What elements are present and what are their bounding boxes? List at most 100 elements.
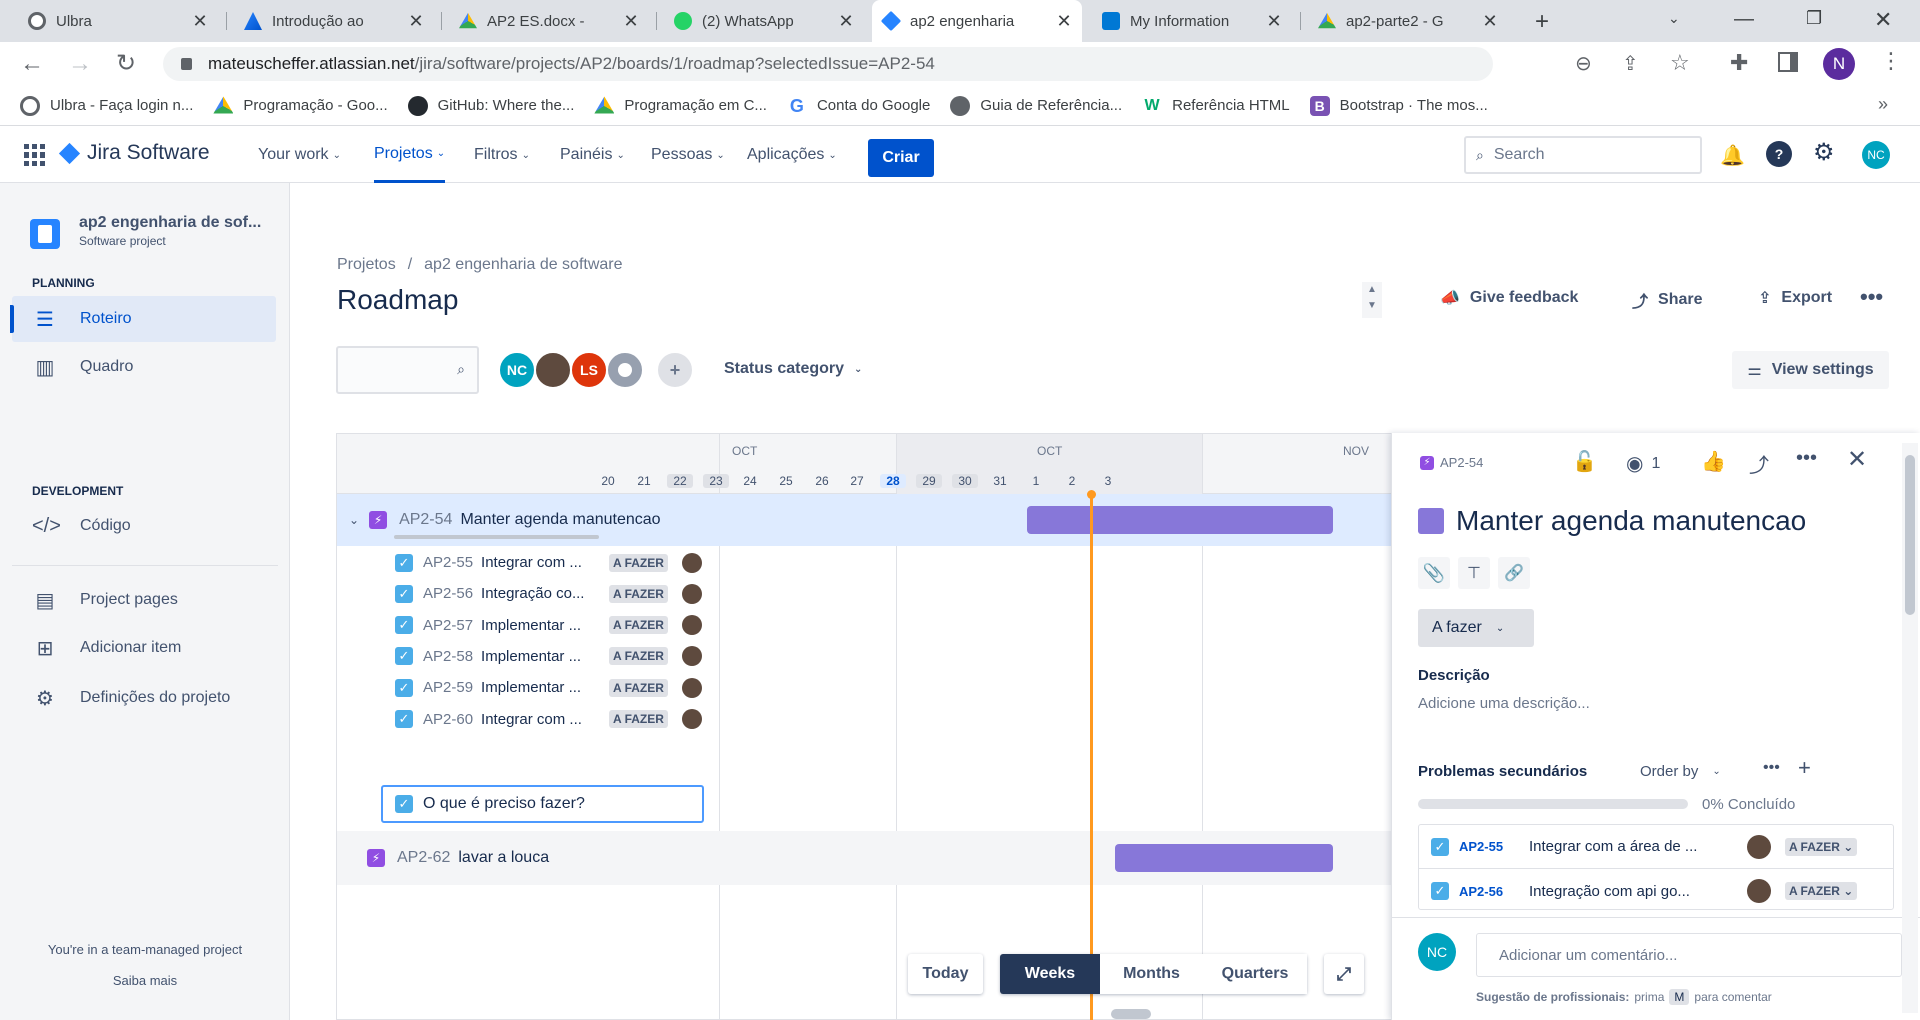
browser-tab[interactable]: AP2 ES.docx - ✕ (449, 0, 649, 42)
browser-tab[interactable]: ap2-parte2 - G ✕ (1308, 0, 1508, 42)
back-icon[interactable]: ← (20, 50, 44, 78)
give-feedback-button[interactable]: 📣 Give feedback (1440, 288, 1578, 308)
bookmark[interactable]: Programação - Goo... (213, 96, 388, 116)
status-dropdown[interactable]: A fazer ⌄ (1418, 609, 1534, 647)
panel-scrollbar[interactable] (1902, 443, 1918, 1013)
bookmark[interactable]: Guia de Referência... (950, 95, 1122, 116)
view-settings-button[interactable]: ⚌ View settings (1732, 351, 1889, 389)
project-name[interactable]: ap2 engenharia de sof... (79, 214, 261, 232)
create-button[interactable]: Criar (868, 139, 934, 177)
bookmark-star-icon[interactable]: ☆ (1670, 50, 1690, 76)
sidebar-item-project-pages[interactable]: ▤ Project pages (12, 577, 276, 623)
browser-tab[interactable]: (2) WhatsApp ✕ (664, 0, 864, 42)
avatar-filter[interactable]: NC (498, 351, 536, 389)
avatar-filter[interactable]: LS (570, 351, 608, 389)
more-bookmarks-icon[interactable]: » (1878, 94, 1888, 115)
address-bar[interactable]: mateuscheffer.atlassian.net/jira/softwar… (163, 47, 1493, 81)
epic-bar[interactable] (1027, 506, 1333, 534)
browser-tab[interactable]: My Information ✕ (1092, 0, 1292, 42)
avatar-filter-default[interactable] (606, 351, 644, 389)
bookmark[interactable]: B Bootstrap · The mos... (1309, 95, 1488, 116)
reload-icon[interactable]: ↻ (116, 49, 136, 78)
close-tab-icon[interactable]: ✕ (623, 11, 639, 32)
weeks-button[interactable]: Weeks (1000, 954, 1100, 994)
settings-icon[interactable]: ⚙ (1813, 138, 1835, 167)
side-panel-icon[interactable] (1778, 52, 1798, 72)
child-issue-row[interactable]: ✓ AP2-58 Implementar ... A FAZER (337, 641, 721, 672)
child-key[interactable]: AP2-56 (1459, 884, 1529, 899)
bookmark[interactable]: W Referência HTML (1142, 96, 1290, 116)
avatar-filter-photo[interactable] (534, 351, 572, 389)
sidebar-item-definicoes[interactable]: ⚙ Definições do projeto (12, 675, 276, 721)
sidebar-item-quadro[interactable]: ▥ Quadro (12, 344, 276, 390)
nav-aplicacoes[interactable]: Aplicações ⌄ (747, 127, 837, 183)
child-issue-row[interactable]: ✓ AP2-56 Integração com api go... A FAZE… (1419, 869, 1893, 909)
minimize-icon[interactable]: — (1734, 8, 1754, 31)
close-tab-icon[interactable]: ✕ (1266, 11, 1282, 32)
bookmark[interactable]: Ulbra - Faça login n... (20, 95, 193, 116)
today-button[interactable]: Today (908, 954, 983, 994)
share-button[interactable]: ⤴ Share (1632, 288, 1702, 312)
close-tab-icon[interactable]: ✕ (408, 11, 424, 32)
nav-filtros[interactable]: Filtros ⌄ (474, 127, 530, 183)
description-field[interactable]: Adicione uma descrição... (1418, 695, 1590, 712)
close-panel-icon[interactable]: ✕ (1847, 445, 1867, 474)
close-tab-icon[interactable]: ✕ (1056, 11, 1072, 32)
child-issue-row[interactable]: ✓ AP2-59 Implementar ... A FAZER (337, 672, 721, 703)
jira-logo[interactable]: Jira Software (58, 141, 210, 165)
nav-your-work[interactable]: Your work ⌄ (258, 127, 341, 183)
close-window-icon[interactable]: ✕ (1874, 7, 1892, 33)
browser-menu-icon[interactable]: ⋮ (1880, 48, 1902, 74)
fullscreen-icon[interactable]: ⤢ (1324, 954, 1364, 994)
child-title[interactable]: Integrar com a área de ... (1529, 838, 1739, 855)
breadcrumb-projetos[interactable]: Projetos (337, 256, 396, 274)
browser-tab[interactable]: Introdução ao ✕ (234, 0, 434, 42)
quarters-button[interactable]: Quarters (1203, 954, 1307, 994)
child-issue-row[interactable]: ✓ AP2-56 Integração co... A FAZER (337, 578, 721, 609)
months-button[interactable]: Months (1100, 954, 1203, 994)
child-issue-row[interactable]: ✓ AP2-55 Integrar com a área de ... A FA… (1419, 825, 1893, 869)
link-icon[interactable]: 🔗 (1498, 557, 1530, 589)
learn-more-link[interactable]: Saiba mais (0, 973, 290, 988)
new-tab-icon[interactable]: + (1535, 8, 1549, 36)
browser-tab[interactable]: Ulbra ✕ (18, 0, 218, 42)
sidebar-item-adicionar-item[interactable]: ⊞ Adicionar item (12, 625, 276, 671)
app-switcher-icon[interactable] (24, 144, 46, 166)
child-issue-row[interactable]: ✓ AP2-55 Integrar com ... A FAZER (337, 547, 721, 578)
child-issue-row[interactable]: ✓ AP2-57 Implementar ... A FAZER (337, 610, 721, 641)
issue-title[interactable]: Manter agenda manutencao (1456, 505, 1806, 537)
bookmark[interactable]: GitHub: Where the... (407, 95, 574, 116)
close-tab-icon[interactable]: ✕ (838, 11, 854, 32)
share-icon[interactable]: ⤴ (1749, 449, 1769, 478)
epic-bar[interactable] (1115, 844, 1333, 872)
nav-paineis[interactable]: Painéis ⌄ (560, 127, 625, 183)
child-more-icon[interactable]: ••• (1763, 759, 1780, 777)
status-lozenge[interactable]: A FAZER ⌄ (1785, 837, 1858, 856)
search-input[interactable]: ⌕ Search (1464, 136, 1702, 174)
forward-icon[interactable]: → (68, 50, 92, 78)
close-tab-icon[interactable]: ✕ (1482, 11, 1498, 32)
breadcrumb-project[interactable]: ap2 engenharia de software (424, 256, 622, 274)
extensions-icon[interactable]: ✚ (1730, 50, 1748, 76)
user-avatar[interactable]: NC (1862, 141, 1890, 169)
status-category-dropdown[interactable]: Status category ⌄ (724, 360, 862, 378)
child-key[interactable]: AP2-55 (1459, 839, 1529, 854)
close-tab-icon[interactable]: ✕ (192, 11, 208, 32)
sidebar-item-roteiro[interactable]: ☰ Roteiro (12, 296, 276, 342)
restore-icon[interactable]: ❐ (1806, 8, 1822, 29)
bookmark[interactable]: G Conta do Google (787, 96, 930, 116)
new-child-input[interactable]: ✓ O que é preciso fazer? (381, 785, 704, 823)
export-button[interactable]: ⇪ Export (1758, 288, 1832, 308)
nav-pessoas[interactable]: Pessoas ⌄ (651, 127, 725, 183)
child-issue-row[interactable]: ✓ AP2-60 Integrar com ... A FAZER (337, 704, 721, 735)
sidebar-item-codigo[interactable]: </> Código (12, 503, 276, 549)
tab-search-icon[interactable]: ⌄ (1668, 10, 1680, 27)
browser-tab-active[interactable]: ap2 engenharia ✕ (872, 0, 1082, 42)
epic-color-swatch[interactable] (1418, 508, 1444, 534)
bookmark[interactable]: Programação em C... (594, 96, 767, 116)
profile-avatar[interactable]: N (1823, 48, 1855, 80)
epic-row[interactable]: ⚡ AP2-62 lavar a louca (337, 831, 721, 885)
child-issue-icon[interactable]: ⊤ (1458, 557, 1490, 589)
scroll-toggle[interactable]: ▲ ▼ (1362, 282, 1382, 318)
attach-icon[interactable]: 📎 (1418, 557, 1450, 589)
